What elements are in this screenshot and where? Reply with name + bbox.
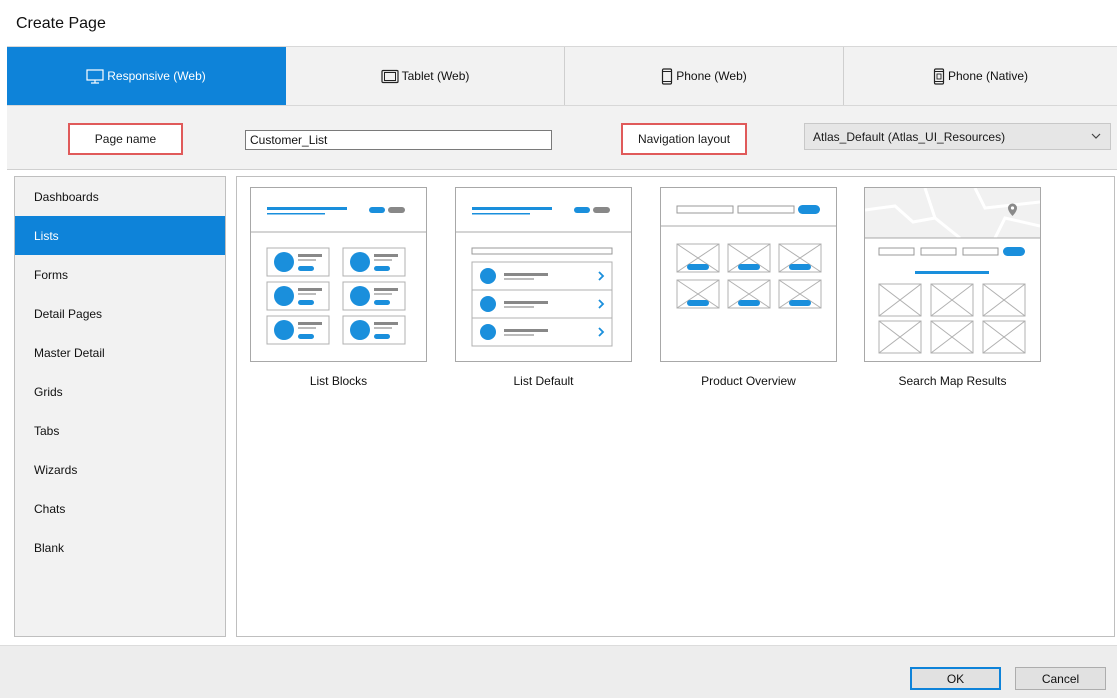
page-settings-row: Page name Navigation layout Atlas_Defaul…: [7, 106, 1117, 170]
category-item-grids[interactable]: Grids: [15, 372, 225, 411]
navigation-layout-label: Navigation layout: [621, 123, 747, 155]
category-item-chats[interactable]: Chats: [15, 489, 225, 528]
tab-label: Tablet (Web): [401, 69, 470, 83]
category-item-tabs[interactable]: Tabs: [15, 411, 225, 450]
category-item-dashboards[interactable]: Dashboards: [15, 177, 225, 216]
category-item-master-detail[interactable]: Master Detail: [15, 333, 225, 372]
tab-label: Phone (Native): [947, 69, 1029, 83]
list-blocks-thumbnail: [250, 187, 427, 362]
tab-responsive-web[interactable]: Responsive (Web): [7, 47, 286, 105]
chevron-down-icon: [1090, 130, 1102, 145]
page-name-input[interactable]: [245, 130, 552, 150]
category-item-lists[interactable]: Lists: [15, 216, 225, 255]
phone-native-icon: [933, 67, 945, 85]
title-bar: Create Page: [0, 0, 1117, 46]
ok-button[interactable]: OK: [910, 667, 1001, 690]
template-list-default[interactable]: List Default: [455, 187, 632, 388]
cancel-button[interactable]: Cancel: [1015, 667, 1106, 690]
tab-tablet-web[interactable]: Tablet (Web): [286, 47, 565, 105]
template-search-map-results[interactable]: Search Map Results: [864, 187, 1041, 388]
category-item-wizards[interactable]: Wizards: [15, 450, 225, 489]
template-list-blocks[interactable]: List Blocks: [250, 187, 427, 388]
category-item-blank[interactable]: Blank: [15, 528, 225, 567]
tab-phone-native[interactable]: Phone (Native): [844, 47, 1117, 105]
template-label: Product Overview: [701, 374, 796, 388]
device-tabs: Responsive (Web) Tablet (Web) Phone (Web…: [7, 46, 1117, 106]
page-name-label: Page name: [68, 123, 183, 155]
product-overview-thumbnail: [660, 187, 837, 362]
monitor-icon: [86, 68, 104, 84]
template-label: List Default: [513, 374, 574, 388]
create-page-dialog: Create Page Responsive (Web) Tablet (Web…: [0, 0, 1117, 698]
tab-label: Responsive (Web): [107, 69, 206, 83]
navigation-layout-value: Atlas_Default (Atlas_UI_Resources): [813, 129, 1006, 144]
category-item-forms[interactable]: Forms: [15, 255, 225, 294]
navigation-layout-select[interactable]: Atlas_Default (Atlas_UI_Resources): [804, 123, 1111, 150]
phone-icon: [661, 67, 673, 85]
search-map-results-thumbnail: [864, 187, 1041, 362]
tab-phone-web[interactable]: Phone (Web): [565, 47, 844, 105]
template-gallery: List Blocks List Default Product Overvie…: [236, 176, 1115, 637]
list-default-thumbnail: [455, 187, 632, 362]
template-label: List Blocks: [309, 374, 368, 388]
dialog-footer: OK Cancel: [0, 645, 1117, 698]
dialog-title: Create Page: [16, 15, 106, 32]
category-item-detail-pages[interactable]: Detail Pages: [15, 294, 225, 333]
category-list: Dashboards Lists Forms Detail Pages Mast…: [14, 176, 226, 637]
tablet-icon: [380, 69, 399, 84]
template-label: Search Map Results: [898, 374, 1007, 388]
tab-label: Phone (Web): [676, 69, 747, 83]
template-product-overview[interactable]: Product Overview: [660, 187, 837, 388]
